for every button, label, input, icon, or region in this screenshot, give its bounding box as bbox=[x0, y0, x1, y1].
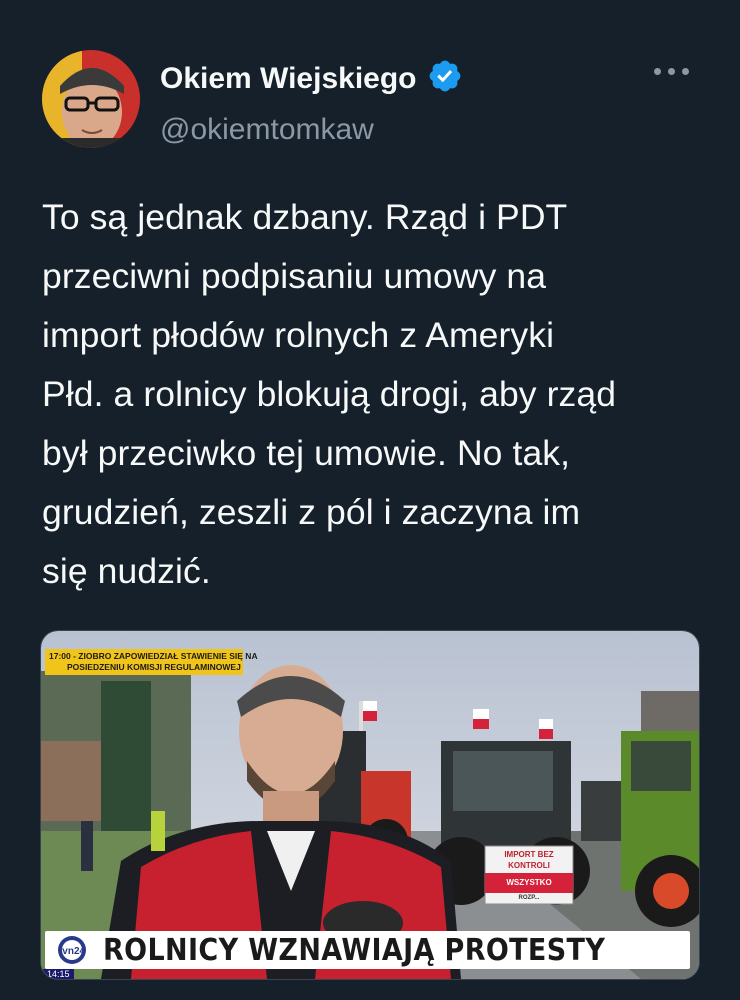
sign-line2: KONTROLI bbox=[508, 861, 550, 870]
news-lower-third: tvn24 ROLNICY WZNAWIAJĄ PROTESTY bbox=[45, 931, 690, 969]
tweet-text-line: przeciwni podpisaniu umowy na bbox=[42, 256, 547, 296]
tweet-header: Okiem Wiejskiego @okiemtomkaw bbox=[42, 50, 702, 150]
display-name[interactable]: Okiem Wiejskiego bbox=[160, 62, 417, 96]
sign-line4: ROZP... bbox=[519, 895, 540, 901]
avatar[interactable] bbox=[42, 50, 140, 148]
tvn24-logo-icon: tvn24 bbox=[58, 936, 86, 964]
tweet-text-line: był przeciwko tej umowie. No tak, bbox=[42, 433, 571, 473]
tweet-text-line: import płodów rolnych z Ameryki bbox=[42, 315, 555, 355]
author-info: Okiem Wiejskiego @okiemtomkaw bbox=[160, 58, 463, 147]
verified-badge-icon bbox=[427, 58, 463, 99]
news-scene: IMPORT BEZ KONTROLI WSZYSTKO ROZP... bbox=[41, 631, 699, 979]
tweet-text-line: grudzień, zeszli z pól i zaczyna im bbox=[42, 492, 581, 532]
tweet-text-line: Płd. a rolnicy blokują drogi, aby rząd bbox=[42, 374, 617, 414]
tweet-text-line: To są jednak dzbany. Rząd i PDT bbox=[42, 197, 568, 237]
tweet-text-line: się nudzić. bbox=[42, 551, 211, 591]
news-ticker: 17:00 - ZIOBRO ZAPOWIEDZIAŁ STAWIENIE SI… bbox=[45, 649, 258, 675]
time-badge: 14:15 bbox=[43, 969, 74, 979]
news-headline: ROLNICY WZNAWIAJĄ PROTESTY bbox=[103, 933, 606, 968]
tweet-media-image[interactable]: IMPORT BEZ KONTROLI WSZYSTKO ROZP... 17:… bbox=[40, 630, 700, 980]
sign-line3: WSZYSTKO bbox=[506, 878, 551, 887]
sign-line1: IMPORT BEZ bbox=[504, 850, 553, 859]
logo-text: tvn24 bbox=[59, 946, 86, 957]
more-horizontal-icon[interactable] bbox=[654, 64, 694, 78]
ticker-line: POSIEDZENIU KOMISJI REGULAMINOWEJ bbox=[67, 662, 241, 672]
ticker-line: 17:00 - ZIOBRO ZAPOWIEDZIAŁ STAWIENIE SI… bbox=[49, 651, 258, 661]
handle[interactable]: @okiemtomkaw bbox=[160, 113, 463, 147]
tweet-text: To są jednak dzbany. Rząd i PDT przeciwn… bbox=[42, 188, 712, 601]
